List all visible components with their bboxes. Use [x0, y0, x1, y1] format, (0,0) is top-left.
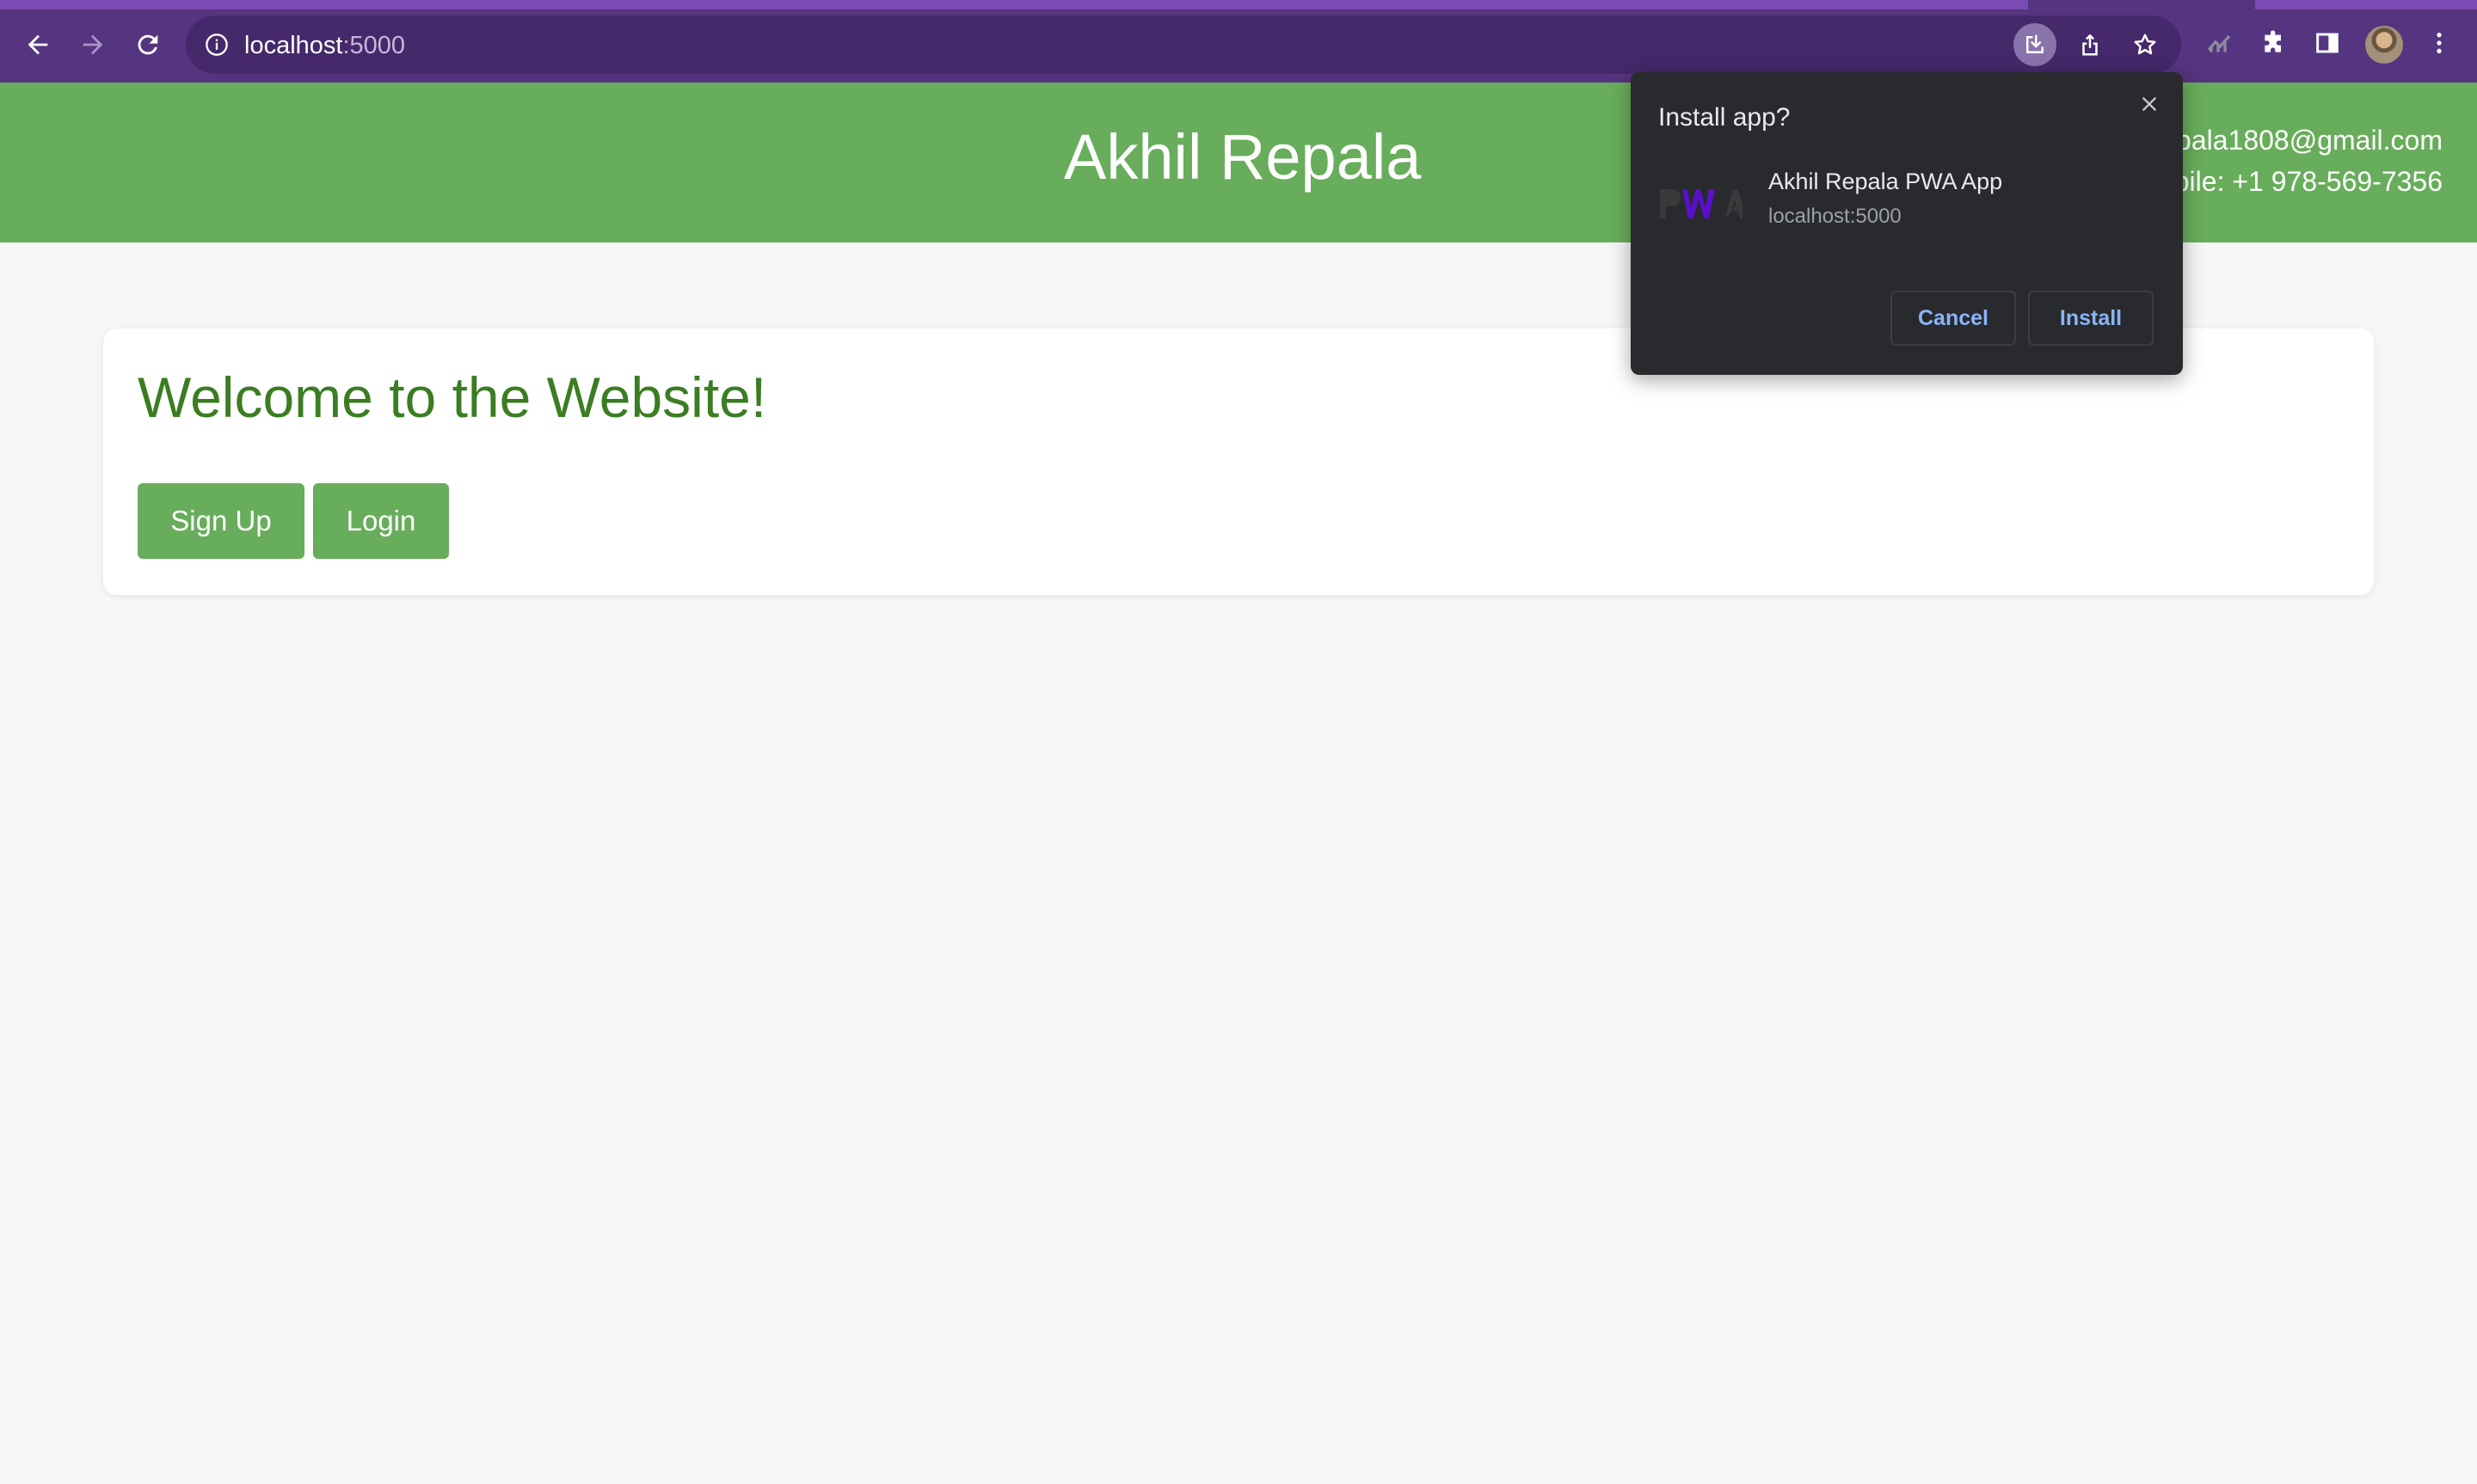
welcome-heading: Welcome to the Website! — [138, 365, 767, 429]
contact-info: pala1808@gmail.com bile: +1 978-569-7356 — [2174, 120, 2443, 202]
side-panel-button[interactable] — [2307, 22, 2348, 64]
address-bar[interactable]: localhost:5000 — [186, 15, 2181, 74]
browser-menu-button[interactable] — [2419, 22, 2460, 64]
info-icon[interactable] — [205, 33, 229, 57]
url-text[interactable]: localhost:5000 — [244, 31, 405, 60]
login-button[interactable]: Login — [313, 483, 449, 559]
sign-up-button[interactable]: Sign Up — [138, 483, 304, 559]
reload-button[interactable] — [127, 24, 169, 65]
chart-extension-icon — [2207, 34, 2231, 52]
contact-mobile: bile: +1 978-569-7356 — [2173, 166, 2443, 197]
share-button[interactable] — [2068, 23, 2111, 66]
forward-button[interactable] — [72, 24, 114, 65]
arrow-left-icon — [28, 34, 48, 55]
install-button[interactable]: Install — [2028, 291, 2154, 346]
profile-avatar[interactable] — [2365, 26, 2403, 64]
dialog-title: Install app? — [1658, 103, 1791, 132]
dialog-close-button[interactable] — [2133, 88, 2166, 120]
install-app-button[interactable] — [2013, 23, 2056, 66]
cancel-button[interactable]: Cancel — [1890, 291, 2016, 346]
puzzle-icon — [2265, 30, 2281, 52]
close-icon — [2142, 96, 2157, 112]
arrow-right-icon — [83, 34, 103, 55]
kebab-menu-icon — [2437, 33, 2442, 53]
url-port: :5000 — [342, 32, 406, 59]
tab-strip — [0, 0, 2477, 9]
bookmark-button[interactable] — [2124, 23, 2167, 66]
pwa-logo-icon — [1660, 189, 1743, 218]
install-app-dialog: Install app? Akhil Repala PWA App localh… — [1631, 72, 2183, 375]
side-panel-icon — [2316, 33, 2339, 53]
app-name: Akhil Repala PWA App — [1768, 169, 2003, 194]
browser-toolbar: localhost:5000 — [0, 0, 2477, 83]
contact-email: pala1808@gmail.com — [2176, 125, 2443, 156]
install-app-icon — [2026, 34, 2044, 53]
extensions-button[interactable] — [2253, 22, 2295, 64]
reload-icon — [138, 34, 158, 55]
site-title: Akhil Repala — [1064, 121, 1422, 193]
star-icon — [2134, 34, 2156, 55]
back-button[interactable] — [17, 24, 58, 65]
app-origin: localhost:5000 — [1768, 205, 1902, 228]
url-host: localhost — [244, 32, 343, 59]
chart-extension-button[interactable] — [2198, 22, 2240, 64]
share-icon — [2082, 34, 2098, 56]
